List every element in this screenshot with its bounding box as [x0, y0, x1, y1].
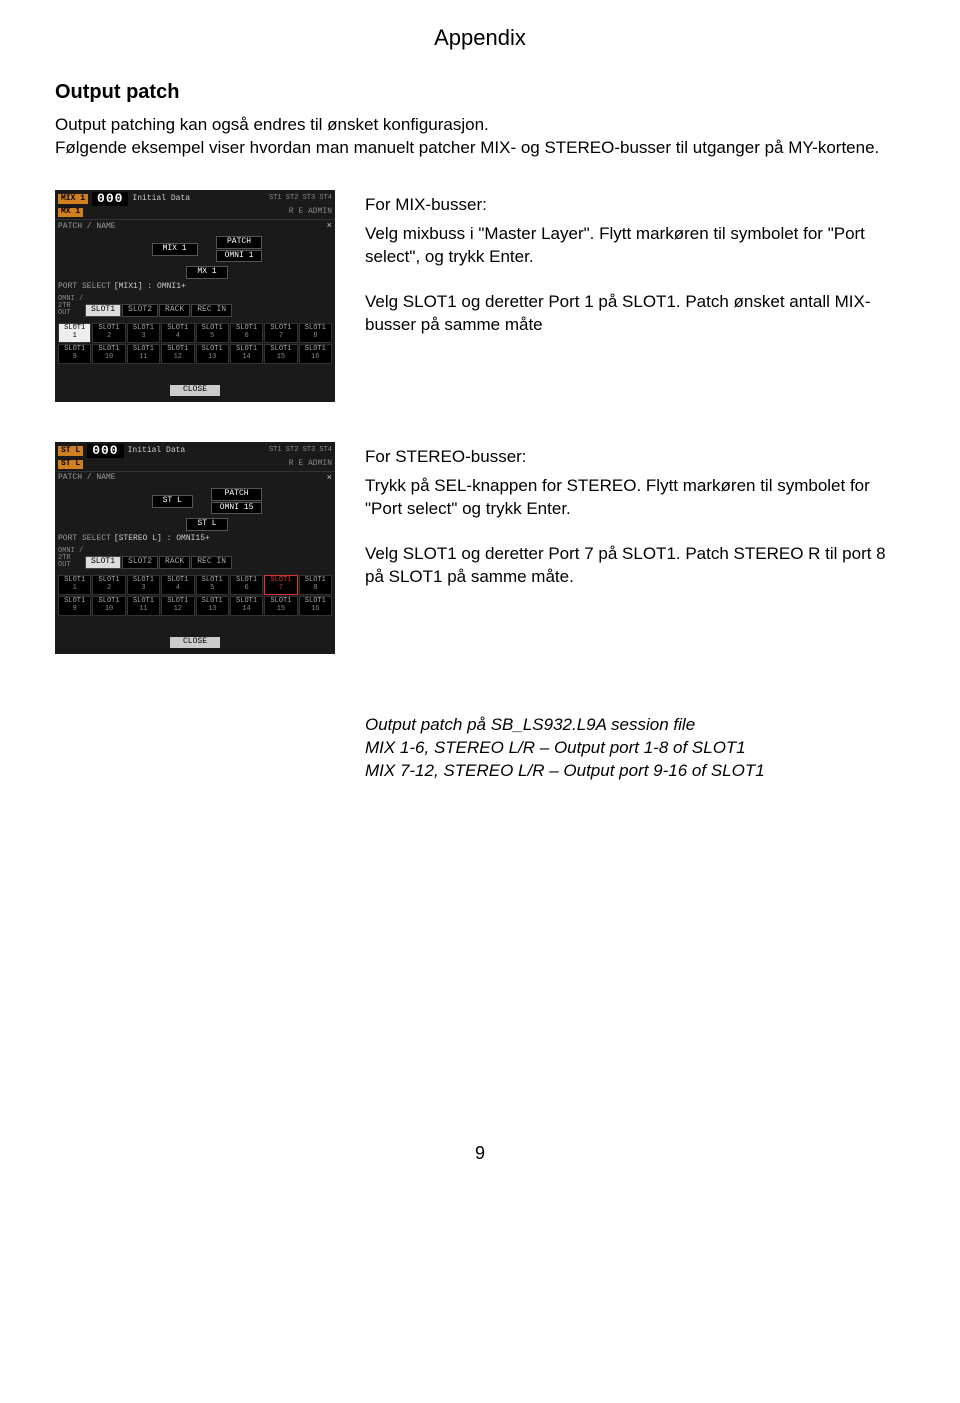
port-cell-7[interactable]: +SLOT17 — [264, 575, 297, 595]
intro-text: Output patching kan også endres til ønsk… — [55, 114, 905, 160]
patch-name-label-st: PATCH / NAME — [58, 474, 116, 483]
port-cell-14[interactable]: +SLOT114 — [230, 596, 263, 616]
session-line1: Output patch på SB_LS932.L9A session fil… — [365, 714, 905, 737]
close-icon[interactable]: × — [327, 474, 332, 484]
stereo-desc-p1: Trykk på SEL-knappen for STEREO. Flytt m… — [365, 475, 905, 521]
tab-rack[interactable]: RACK — [159, 304, 190, 317]
mixer-panel-stereo: ST L 000 Initial Data ST1 ST2 ST3 ST4 ST… — [55, 442, 335, 654]
mix-desc-p1: Velg mixbuss i "Master Layer". Flytt mar… — [365, 223, 905, 269]
port-cell-10[interactable]: +SLOT110 — [92, 596, 125, 616]
session-note: Output patch på SB_LS932.L9A session fil… — [365, 714, 905, 783]
mix-channel-name-1: MIX 1 — [58, 194, 88, 205]
mix-desc-heading: For MIX-busser: — [365, 194, 905, 217]
tab-rack-st[interactable]: RACK — [159, 556, 190, 569]
tab-slot1[interactable]: SLOT1 — [85, 304, 121, 317]
port-cell-9[interactable]: +SLOT19 — [58, 596, 91, 616]
patch-label-st: PATCH — [211, 488, 263, 501]
port-cell-13[interactable]: +SLOT113 — [196, 344, 229, 364]
stereo-scene-name: Initial Data — [128, 447, 265, 456]
stereo-block: ST L 000 Initial Data ST1 ST2 ST3 ST4 ST… — [55, 442, 905, 654]
port-cell-5[interactable]: +SLOT15 — [196, 575, 229, 595]
port-cell-2[interactable]: +SLOT12 — [92, 575, 125, 595]
session-line3: MIX 7-12, STEREO L/R – Output port 9-16 … — [365, 760, 905, 783]
session-line2: MIX 1-6, STEREO L/R – Output port 1-8 of… — [365, 737, 905, 760]
tab-slot2-st[interactable]: SLOT2 — [122, 556, 158, 569]
tab-slot2[interactable]: SLOT2 — [122, 304, 158, 317]
mix-desc-p2: Velg SLOT1 og deretter Port 1 på SLOT1. … — [365, 291, 905, 337]
port-select-value-st: [STEREO L] : OMNI15+ — [114, 535, 210, 544]
patch-label: PATCH — [216, 236, 263, 249]
port-cell-12[interactable]: +SLOT112 — [161, 596, 194, 616]
port-grid-mix: +SLOT11+SLOT12+SLOT13+SLOT14+SLOT15+SLOT… — [55, 321, 335, 367]
mix-status-indicators: ST1 ST2 ST3 ST4 — [269, 195, 332, 203]
stereo-name-display: ST L — [152, 495, 193, 508]
port-cell-11[interactable]: +SLOT111 — [127, 596, 160, 616]
page-number: 9 — [55, 1143, 905, 1164]
port-cell-9[interactable]: +SLOT19 — [58, 344, 91, 364]
stereo-channel-name-2: ST L — [58, 460, 83, 469]
port-cell-3[interactable]: +SLOT13 — [127, 575, 160, 595]
port-cell-6[interactable]: +SLOT16 — [230, 575, 263, 595]
stereo-admin-row: R E ADMIN — [289, 460, 332, 469]
patch-value-st: OMNI 15 — [211, 502, 263, 515]
mix-screenshot: MIX 1 000 Initial Data ST1 ST2 ST3 ST4 M… — [55, 190, 335, 402]
port-cell-14[interactable]: +SLOT114 — [230, 344, 263, 364]
port-select-value: [MIX1] : OMNI1+ — [114, 283, 186, 292]
port-cell-15[interactable]: +SLOT115 — [264, 344, 297, 364]
mix-name-display: MIX 1 — [152, 243, 198, 256]
port-cell-8[interactable]: +SLOT18 — [299, 575, 332, 595]
port-cell-1[interactable]: +SLOT11 — [58, 323, 91, 343]
port-cell-4[interactable]: +SLOT14 — [161, 323, 194, 343]
port-cell-2[interactable]: +SLOT12 — [92, 323, 125, 343]
mix-channel-name-2: MX 1 — [58, 208, 83, 217]
section-heading: Output patch — [55, 81, 905, 104]
port-cell-16[interactable]: +SLOT116 — [299, 596, 332, 616]
port-cell-6[interactable]: +SLOT16 — [230, 323, 263, 343]
tab-recin[interactable]: REC IN — [191, 304, 232, 317]
port-select-label: PORT SELECT — [58, 283, 111, 292]
mix-scene-number: 000 — [92, 192, 128, 206]
close-button[interactable]: CLOSE — [170, 385, 220, 396]
stereo-screenshot: ST L 000 Initial Data ST1 ST2 ST3 ST4 ST… — [55, 442, 335, 654]
port-select-label-st: PORT SELECT — [58, 535, 111, 544]
port-cell-7[interactable]: +SLOT17 — [264, 323, 297, 343]
stub-line2-st: 2TR OUT — [58, 554, 71, 569]
mix-name-edit[interactable]: MX 1 — [186, 266, 227, 279]
port-cell-3[interactable]: +SLOT13 — [127, 323, 160, 343]
port-cell-5[interactable]: +SLOT15 — [196, 323, 229, 343]
port-cell-12[interactable]: +SLOT112 — [161, 344, 194, 364]
patch-name-label: PATCH / NAME — [58, 223, 116, 232]
stereo-desc-heading: For STEREO-busser: — [365, 446, 905, 469]
mixer-panel-mix: MIX 1 000 Initial Data ST1 ST2 ST3 ST4 M… — [55, 190, 335, 402]
stereo-name-edit[interactable]: ST L — [186, 518, 227, 531]
page-title: Appendix — [55, 25, 905, 51]
mix-admin-row: R E ADMIN — [289, 208, 332, 217]
port-cell-11[interactable]: +SLOT111 — [127, 344, 160, 364]
port-cell-1[interactable]: +SLOT11 — [58, 575, 91, 595]
mix-block: MIX 1 000 Initial Data ST1 ST2 ST3 ST4 M… — [55, 190, 905, 402]
close-icon[interactable]: × — [327, 222, 332, 232]
port-cell-15[interactable]: +SLOT115 — [264, 596, 297, 616]
port-cell-8[interactable]: +SLOT18 — [299, 323, 332, 343]
mix-scene-name: Initial Data — [132, 195, 265, 204]
stereo-status-indicators: ST1 ST2 ST3 ST4 — [269, 447, 332, 455]
port-cell-4[interactable]: +SLOT14 — [161, 575, 194, 595]
port-cell-16[interactable]: +SLOT116 — [299, 344, 332, 364]
tab-recin-st[interactable]: REC IN — [191, 556, 232, 569]
port-cell-13[interactable]: +SLOT113 — [196, 596, 229, 616]
stub-line2: 2TR OUT — [58, 302, 71, 317]
close-button-st[interactable]: CLOSE — [170, 637, 220, 648]
port-cell-10[interactable]: +SLOT110 — [92, 344, 125, 364]
patch-value: OMNI 1 — [216, 250, 263, 263]
stereo-scene-number: 000 — [87, 444, 123, 458]
port-grid-stereo: +SLOT11+SLOT12+SLOT13+SLOT14+SLOT15+SLOT… — [55, 573, 335, 619]
tab-slot1-st[interactable]: SLOT1 — [85, 556, 121, 569]
stereo-desc-p2: Velg SLOT1 og deretter Port 7 på SLOT1. … — [365, 543, 905, 589]
stereo-channel-name-1: ST L — [58, 446, 83, 457]
